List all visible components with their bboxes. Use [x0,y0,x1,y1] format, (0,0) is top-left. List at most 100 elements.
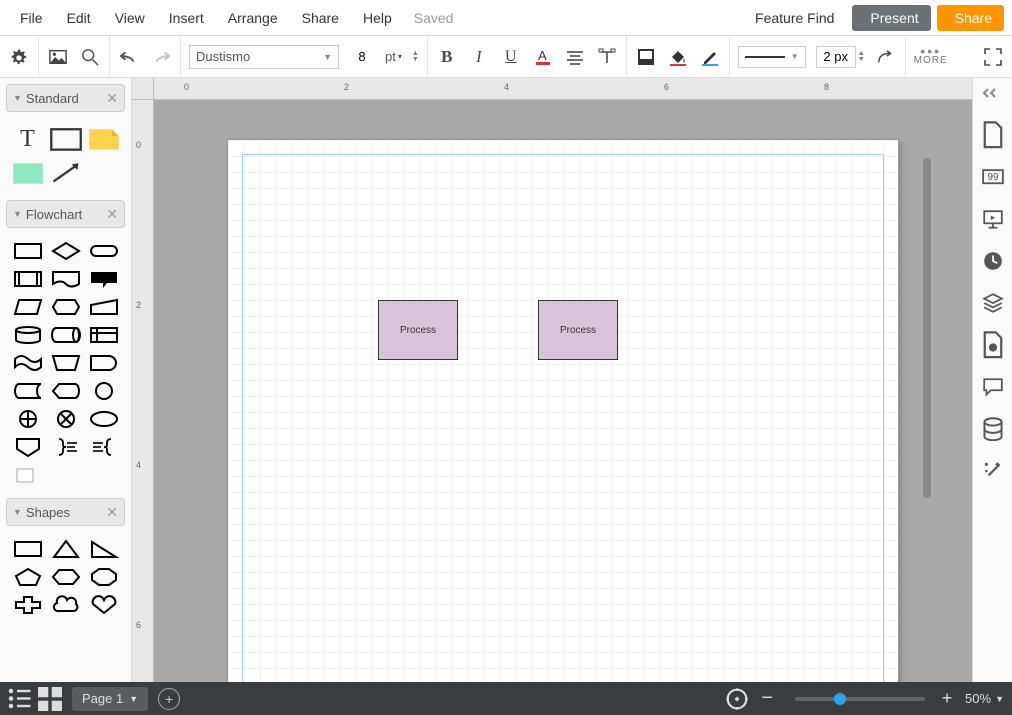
fc-process[interactable] [11,240,45,262]
sh-heart[interactable] [87,594,121,616]
fc-merge[interactable] [87,408,121,430]
bucket-icon[interactable] [667,46,689,68]
canvas-viewport[interactable]: Process Process [154,100,972,682]
fc-input[interactable] [87,296,121,318]
layers-icon[interactable] [982,292,1004,314]
fc-junction[interactable] [49,408,83,430]
fc-display[interactable] [49,380,83,402]
file-icon[interactable] [982,334,1004,356]
sh-cloud[interactable] [49,594,83,616]
fc-callout[interactable] [87,268,121,290]
sh-hexagon[interactable] [49,566,83,588]
fc-stored[interactable] [11,380,45,402]
zoom-out-icon[interactable]: − [755,687,779,711]
fc-tape[interactable] [11,352,45,374]
font-select[interactable]: Dustismo ▼ [189,45,339,69]
bold-icon[interactable]: B [436,46,458,68]
menu-share[interactable]: Share [290,4,351,32]
menu-view[interactable]: View [103,4,157,32]
line-style-select[interactable]: ▼ [738,46,806,68]
font-size-input[interactable]: 8 [349,49,375,64]
page-icon[interactable] [982,124,1004,146]
fc-document[interactable] [49,268,83,290]
settings-icon[interactable] [8,46,30,68]
fill-rect-shape[interactable] [11,160,45,186]
fc-manual[interactable] [49,352,83,374]
font-unit[interactable]: pt▾ [385,49,402,64]
present-button[interactable]: Present [852,5,930,31]
underline-icon[interactable]: U [500,46,522,68]
pen-icon[interactable] [699,46,721,68]
menu-arrange[interactable]: Arrange [216,4,290,32]
panel-shapes-header[interactable]: ▼ Shapes ✕ [6,498,125,526]
sh-octagon[interactable] [87,566,121,588]
sh-triangle[interactable] [49,538,83,560]
fc-preparation[interactable] [49,296,83,318]
list-view-icon[interactable] [8,687,32,711]
feature-find-button[interactable]: Feature Find [737,4,846,32]
text-color-icon[interactable]: A [532,46,554,68]
fc-database[interactable] [11,324,45,346]
menu-edit[interactable]: Edit [55,4,103,32]
fc-or[interactable] [11,408,45,430]
target-icon[interactable] [725,687,749,711]
zoom-thumb[interactable] [834,693,846,705]
align-icon[interactable] [564,46,586,68]
fc-connector[interactable] [87,380,121,402]
line-arrow-icon[interactable] [875,46,897,68]
fc-brace-r[interactable] [49,436,83,458]
clock-icon[interactable] [982,250,1004,272]
close-icon[interactable]: ✕ [106,206,118,223]
slides-icon[interactable] [982,208,1004,230]
rect-shape[interactable] [49,126,83,152]
grid-view-icon[interactable] [38,687,62,711]
line-width-control[interactable]: 2 px ▲▼ [816,46,865,68]
sh-rtriangle[interactable] [87,538,121,560]
collapse-rail-icon[interactable] [973,82,1012,104]
panel-flowchart-header[interactable]: ▼ Flowchart ✕ [6,200,125,228]
add-page-button[interactable]: + [158,688,180,710]
close-icon[interactable]: ✕ [106,90,118,107]
redo-icon[interactable] [150,46,172,68]
fullscreen-icon[interactable] [982,46,1004,68]
magic-icon[interactable] [982,460,1004,482]
page-tab[interactable]: Page 1 ▼ [72,687,148,711]
italic-icon[interactable]: I [468,46,490,68]
menu-file[interactable]: File [8,4,55,32]
arrow-tool[interactable] [49,160,83,186]
fill-icon[interactable] [635,46,657,68]
shape-process-1[interactable]: Process [378,300,458,360]
comment-icon[interactable] [982,376,1004,398]
panel-standard-header[interactable]: ▼ Standard ✕ [6,84,125,112]
sh-pentagon[interactable] [11,566,45,588]
sh-rect[interactable] [11,538,45,560]
zoom-display[interactable]: 50% ▼ [965,691,1004,706]
fc-swatch[interactable] [11,464,45,486]
undo-icon[interactable] [118,46,140,68]
data-icon[interactable] [982,418,1004,440]
fc-data[interactable] [11,296,45,318]
line-width-stepper[interactable]: ▲▼ [858,51,865,63]
page-surface[interactable]: Process Process [228,140,898,682]
share-button[interactable]: Share [937,5,1004,31]
close-icon[interactable]: ✕ [106,504,118,521]
fc-direct[interactable] [49,324,83,346]
quote-icon[interactable]: 99 [982,166,1004,188]
scrollbar-vertical[interactable] [923,158,931,498]
text-box-icon[interactable] [596,46,618,68]
sh-cross[interactable] [11,594,45,616]
search-icon[interactable] [79,46,101,68]
note-shape[interactable] [87,126,121,152]
menu-help[interactable]: Help [351,4,404,32]
shape-process-2[interactable]: Process [538,300,618,360]
fc-predefined[interactable] [11,268,45,290]
image-icon[interactable] [47,46,69,68]
fc-delay[interactable] [87,352,121,374]
fc-terminator[interactable] [87,240,121,262]
size-stepper[interactable]: ▲▼ [412,51,419,63]
fc-decision[interactable] [49,240,83,262]
zoom-slider[interactable] [795,697,925,701]
fc-brace-l[interactable] [87,436,121,458]
menu-insert[interactable]: Insert [157,4,216,32]
zoom-in-icon[interactable]: + [935,687,959,711]
